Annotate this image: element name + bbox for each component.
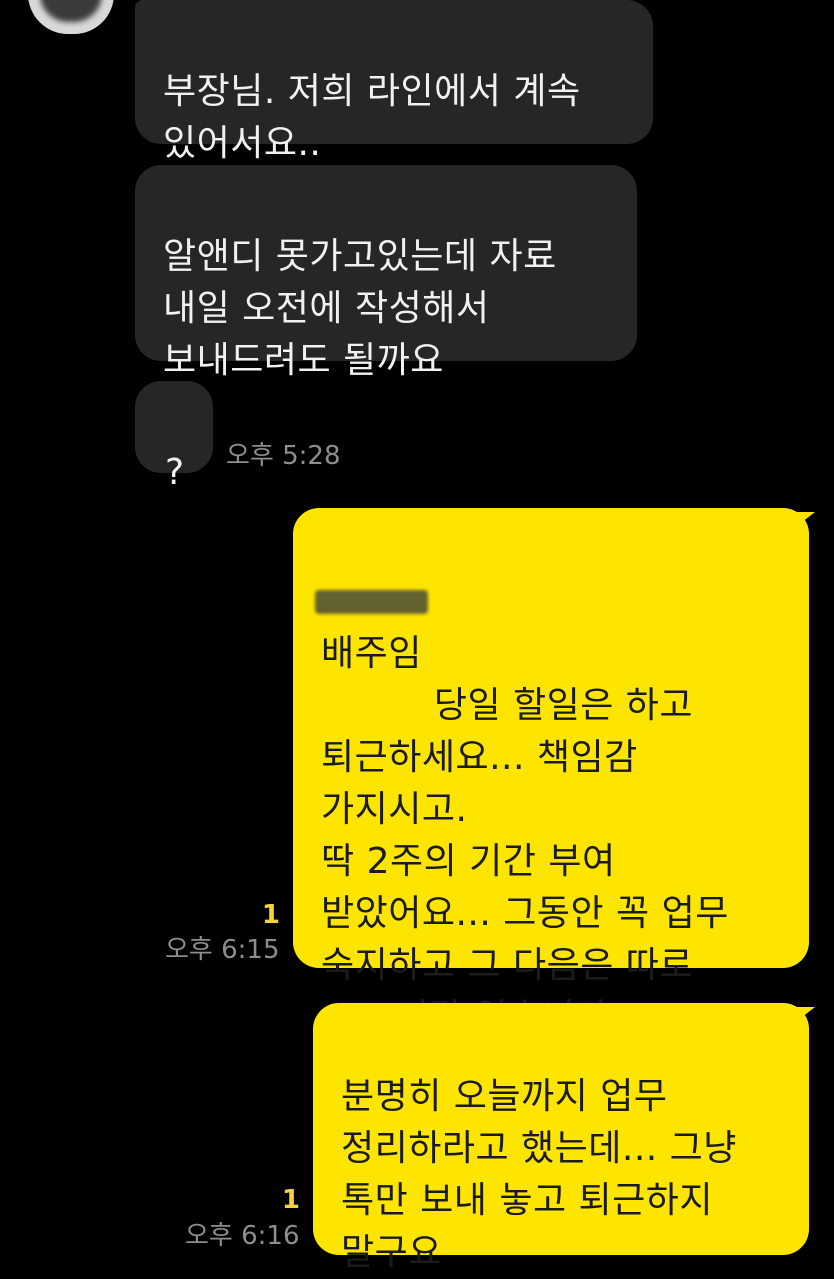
sender-avatar[interactable]	[28, 0, 114, 34]
incoming-message-bubble[interactable]: 알앤디 못가고있는데 자료 내일 오전에 작성해서 보내드려도 될까요	[135, 165, 637, 381]
incoming-message-bubble[interactable]: 부장님. 저희 라인에서 계속 있어서요..	[135, 0, 653, 164]
redacted-name: 배주임	[315, 576, 428, 732]
outgoing-message-bubble[interactable]: 배주임 당일 할일은 하고 퇴근하세요... 책임감 가지시고. 딱 2주의 기…	[293, 508, 809, 1090]
message-timestamp: 오후 5:28	[226, 441, 341, 471]
outgoing-message-bubble[interactable]: 분명히 오늘까지 업무 정리하라고 했는데... 그냥 톡만 보내 놓고 퇴근하…	[313, 1003, 809, 1273]
incoming-message-bubble[interactable]: ?	[135, 381, 213, 493]
message-text: 분명히 오늘까지 업무 정리하라고 했는데... 그냥 톡만 보내 놓고 퇴근하…	[341, 1076, 737, 1273]
message-text: 부장님. 저희 라인에서 계속 있어서요..	[163, 71, 581, 164]
bubble-tail	[797, 512, 815, 526]
unread-count: 1	[281, 1185, 300, 1215]
avatar-blurred-face	[40, 0, 102, 22]
message-timestamp: 오후 6:16	[185, 1221, 300, 1251]
bubble-tail	[797, 1007, 815, 1021]
redaction-scribble	[315, 590, 428, 614]
message-text: 알앤디 못가고있는데 자료 내일 오전에 작성해서 보내드려도 될까요	[163, 236, 557, 381]
unread-count: 1	[261, 900, 280, 930]
message-timestamp: 오후 6:15	[165, 935, 280, 965]
message-text: ?	[165, 452, 185, 493]
